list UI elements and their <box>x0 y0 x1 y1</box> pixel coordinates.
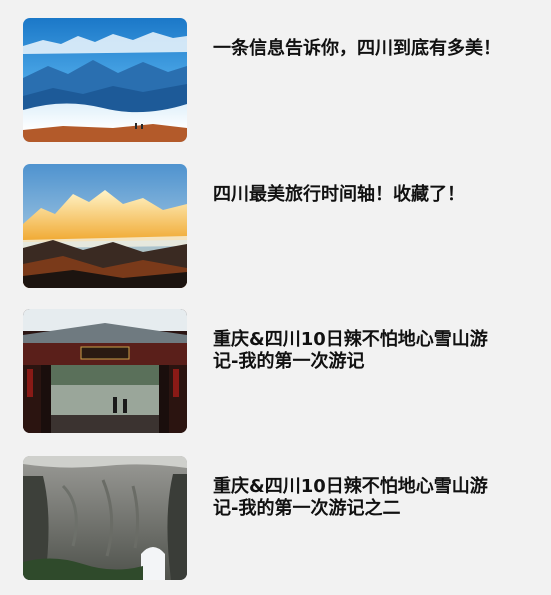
article-item[interactable]: 重庆&四川10日辣不怕地心雪山游记-我的第一次游记之二 <box>23 456 523 580</box>
article-item[interactable]: 四川最美旅行时间轴！收藏了！ <box>23 164 523 288</box>
article-item[interactable]: 一条信息告诉你，四川到底有多美！ <box>23 18 523 142</box>
karst-cave-image <box>23 456 187 580</box>
article-list: 一条信息告诉你，四川到底有多美！ 四川最美旅行时间轴！收藏了！ 重庆&四川10日… <box>0 0 551 595</box>
article-item[interactable]: 重庆&四川10日辣不怕地心雪山游记-我的第一次游记 <box>23 309 523 433</box>
article-thumbnail[interactable] <box>23 456 187 580</box>
article-thumbnail[interactable] <box>23 164 187 288</box>
golden-snow-peak-image <box>23 164 187 288</box>
article-title[interactable]: 四川最美旅行时间轴！收藏了！ <box>213 184 503 206</box>
article-title[interactable]: 重庆&四川10日辣不怕地心雪山游记-我的第一次游记 <box>213 329 503 373</box>
mountain-sea-of-clouds-image <box>23 18 187 142</box>
article-thumbnail[interactable] <box>23 309 187 433</box>
article-title[interactable]: 一条信息告诉你，四川到底有多美！ <box>213 38 503 60</box>
article-title[interactable]: 重庆&四川10日辣不怕地心雪山游记-我的第一次游记之二 <box>213 476 503 520</box>
article-thumbnail[interactable] <box>23 18 187 142</box>
ancient-gate-image <box>23 309 187 433</box>
